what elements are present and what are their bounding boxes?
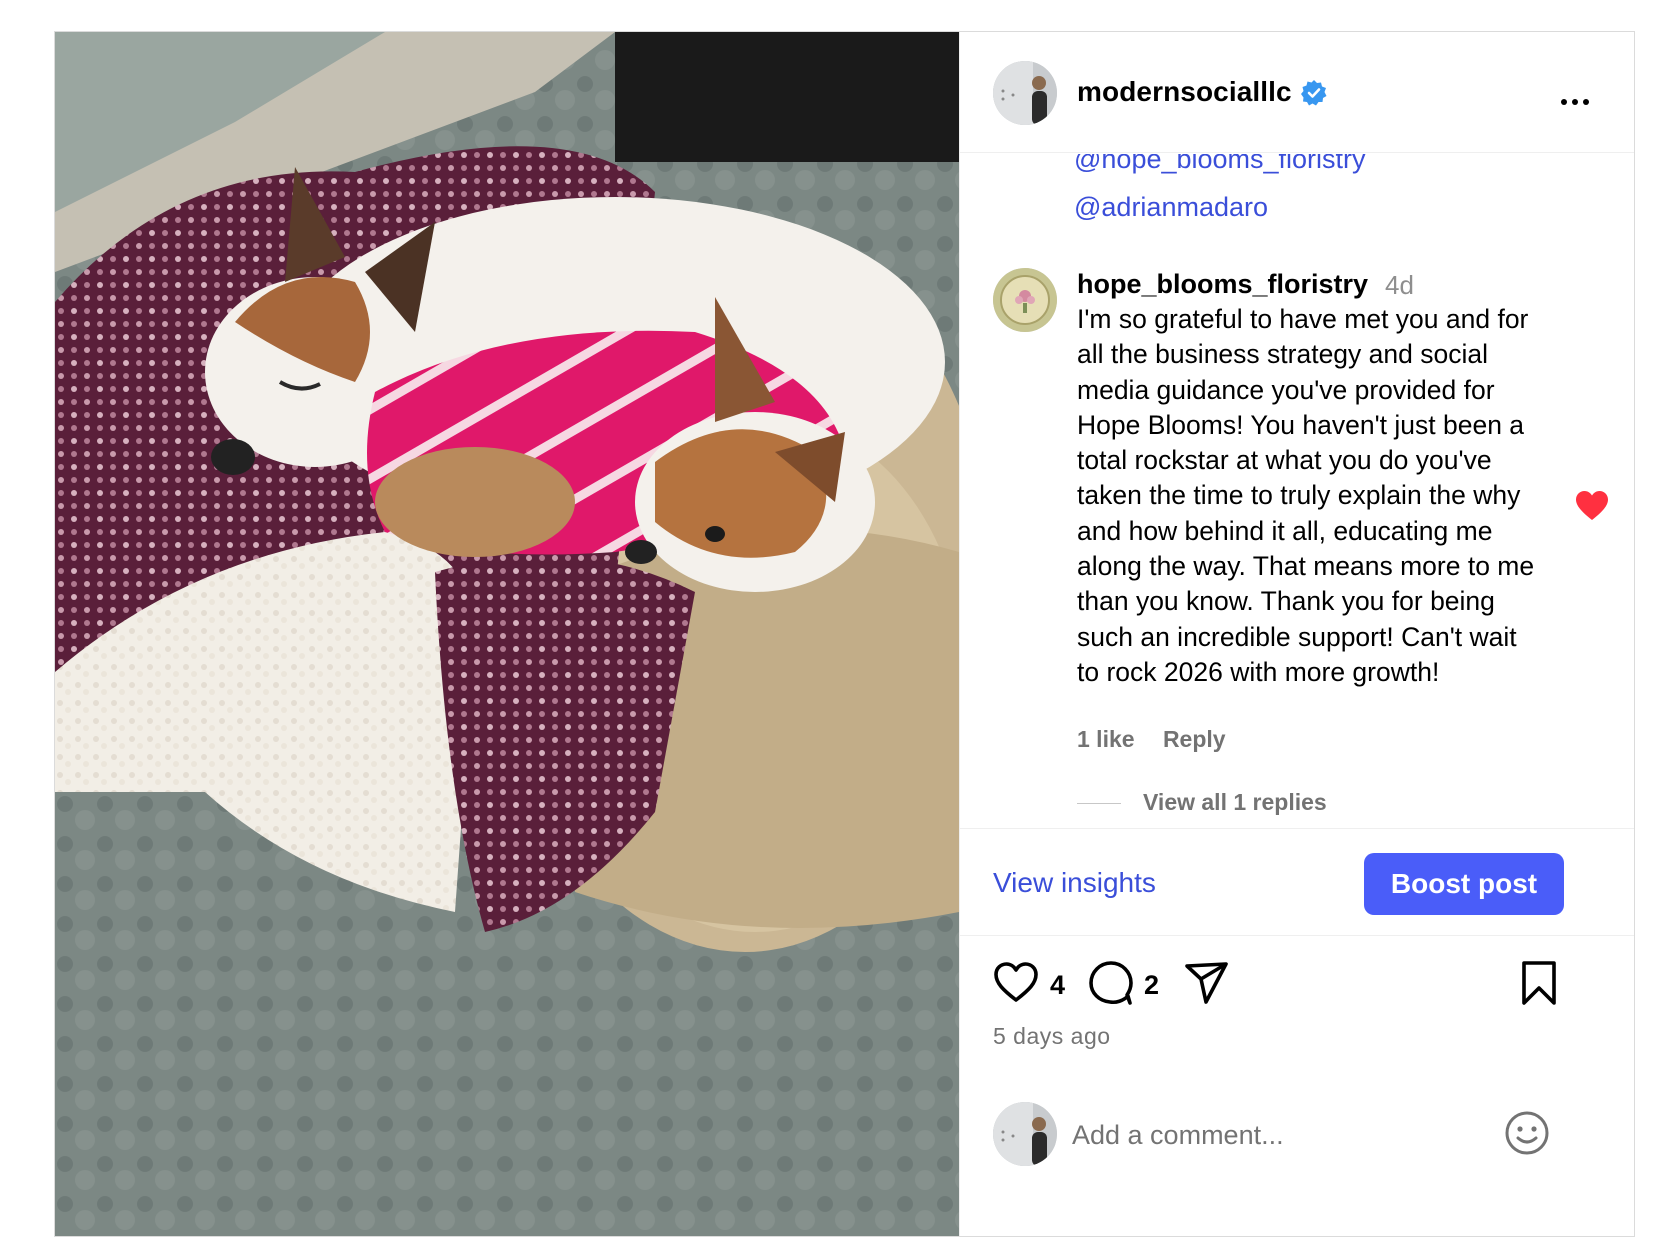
bookmark-icon[interactable] xyxy=(1516,960,1562,1006)
comments-list[interactable]: @hope_blooms_floristry @adrianmadaro hop… xyxy=(960,154,1634,880)
comment-username[interactable]: hope_blooms_floristry xyxy=(1077,269,1368,300)
view-replies-button[interactable]: View all 1 replies xyxy=(1143,789,1327,816)
comment-input[interactable] xyxy=(1070,1114,1494,1156)
share-icon[interactable] xyxy=(1184,960,1230,1006)
comment-meta: 1 like Reply xyxy=(1077,726,1226,753)
mention-link[interactable]: @adrianmadaro xyxy=(1074,192,1268,223)
insights-bar: View insights Boost post xyxy=(960,828,1634,936)
verified-badge-icon xyxy=(1301,80,1327,106)
comment-count[interactable]: 2 xyxy=(1144,970,1159,1001)
like-count[interactable]: 4 xyxy=(1050,970,1065,1001)
commenter-avatar[interactable] xyxy=(993,268,1057,332)
view-insights-link[interactable]: View insights xyxy=(993,867,1156,899)
author-avatar[interactable] xyxy=(993,61,1057,125)
author-username[interactable]: modernsocialllc xyxy=(1077,76,1292,108)
reply-button[interactable]: Reply xyxy=(1163,726,1226,752)
comment-timestamp: 4d xyxy=(1385,270,1414,300)
post-header: modernsocialllc xyxy=(960,32,1634,153)
post-side-panel: modernsocialllc @hope_blooms_floristry @… xyxy=(959,32,1634,1236)
more-options-icon[interactable] xyxy=(1561,92,1595,105)
current-user-avatar xyxy=(993,1102,1057,1166)
post-actions: 4 2 5 days ago xyxy=(960,936,1634,1076)
comment-icon[interactable] xyxy=(1088,960,1134,1006)
mention-link[interactable]: @hope_blooms_floristry xyxy=(1074,154,1366,175)
emoji-icon[interactable] xyxy=(1504,1110,1550,1156)
boost-post-button[interactable]: Boost post xyxy=(1364,853,1564,915)
add-comment-bar xyxy=(960,1076,1634,1184)
post-modal: modernsocialllc @hope_blooms_floristry @… xyxy=(54,31,1635,1237)
heart-icon[interactable] xyxy=(993,960,1039,1006)
post-time-ago: 5 days ago xyxy=(993,1023,1111,1049)
comment-text: I'm so grateful to have met you and for … xyxy=(1077,304,1535,687)
comment-likes[interactable]: 1 like xyxy=(1077,726,1135,752)
post-photo xyxy=(55,32,959,1236)
replies-divider xyxy=(1077,803,1121,804)
liked-heart-icon[interactable] xyxy=(1575,490,1609,522)
